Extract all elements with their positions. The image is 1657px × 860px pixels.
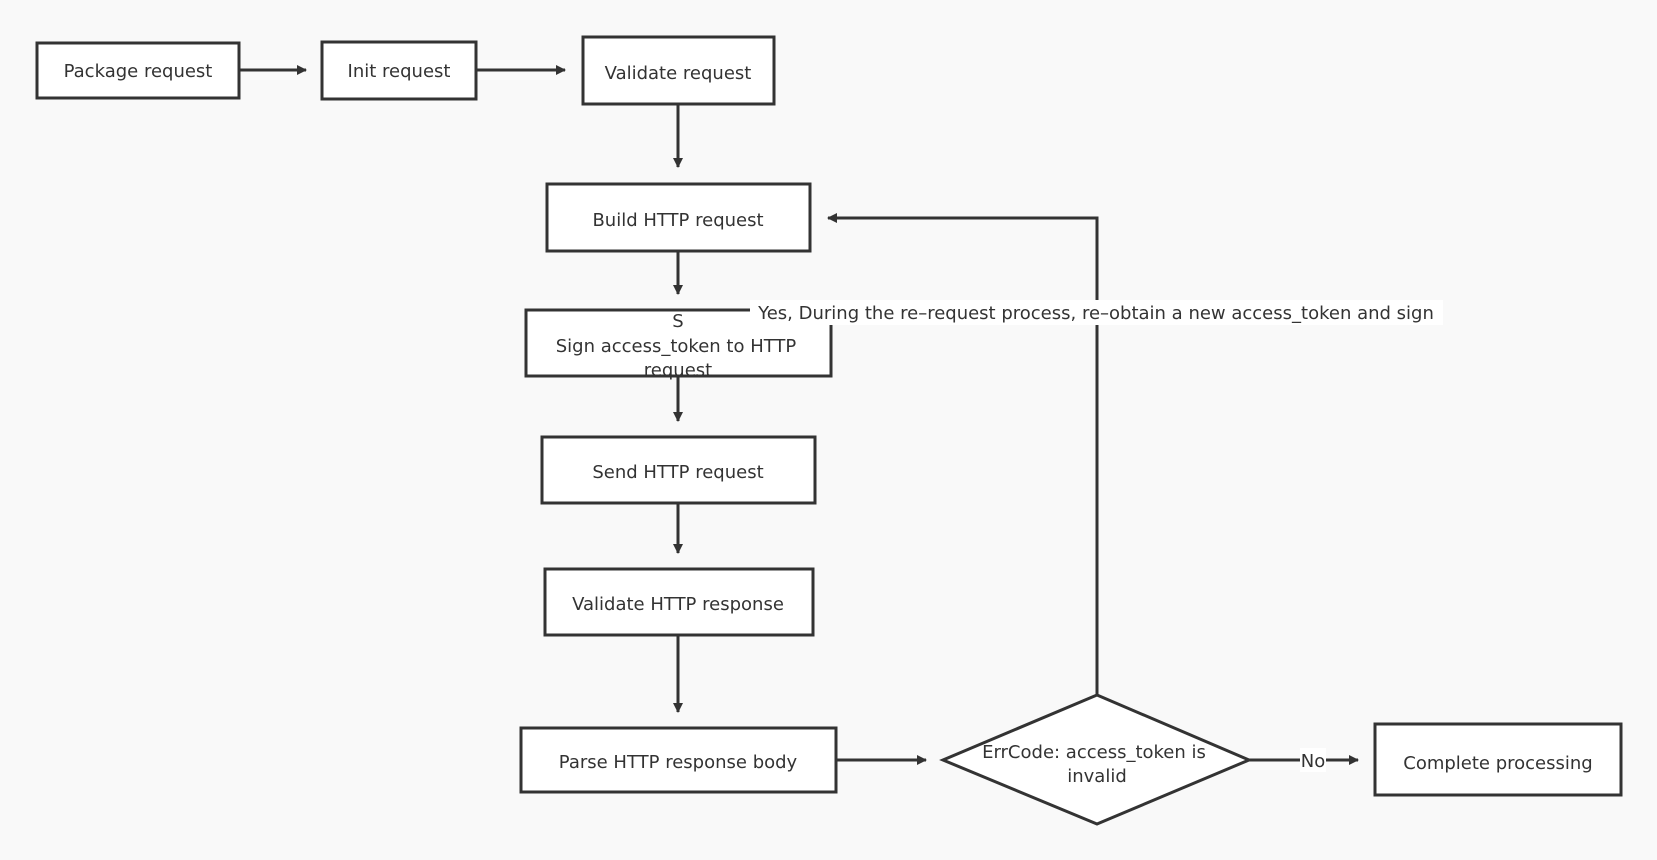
parse-http-response-body-label: Parse HTTP response body bbox=[559, 752, 798, 773]
edge-label-no: No bbox=[1301, 751, 1325, 772]
init-request-label: Init request bbox=[348, 61, 451, 82]
decision-label-line2: invalid bbox=[1067, 766, 1127, 787]
package-request-label: Package request bbox=[64, 61, 213, 82]
validate-request-label: Validate request bbox=[605, 63, 752, 84]
flowchart-canvas: Package request Init request Validate re… bbox=[35, 35, 1623, 826]
validate-http-response-label: Validate HTTP response bbox=[572, 594, 784, 615]
sign-label-line3: request bbox=[644, 360, 712, 381]
sign-label-line1: S bbox=[672, 311, 683, 332]
sign-label-line2: Sign access_token to HTTP bbox=[556, 336, 797, 357]
build-http-request-label: Build HTTP request bbox=[592, 210, 763, 231]
decision-label-line1: ErrCode: access_token is bbox=[982, 742, 1206, 763]
edge-decision-to-build-yes bbox=[827, 213, 1099, 695]
edge-label-yes: Yes, During the re–request process, re–o… bbox=[757, 303, 1434, 324]
complete-processing-label: Complete processing bbox=[1403, 753, 1592, 774]
send-http-request-label: Send HTTP request bbox=[592, 462, 763, 483]
